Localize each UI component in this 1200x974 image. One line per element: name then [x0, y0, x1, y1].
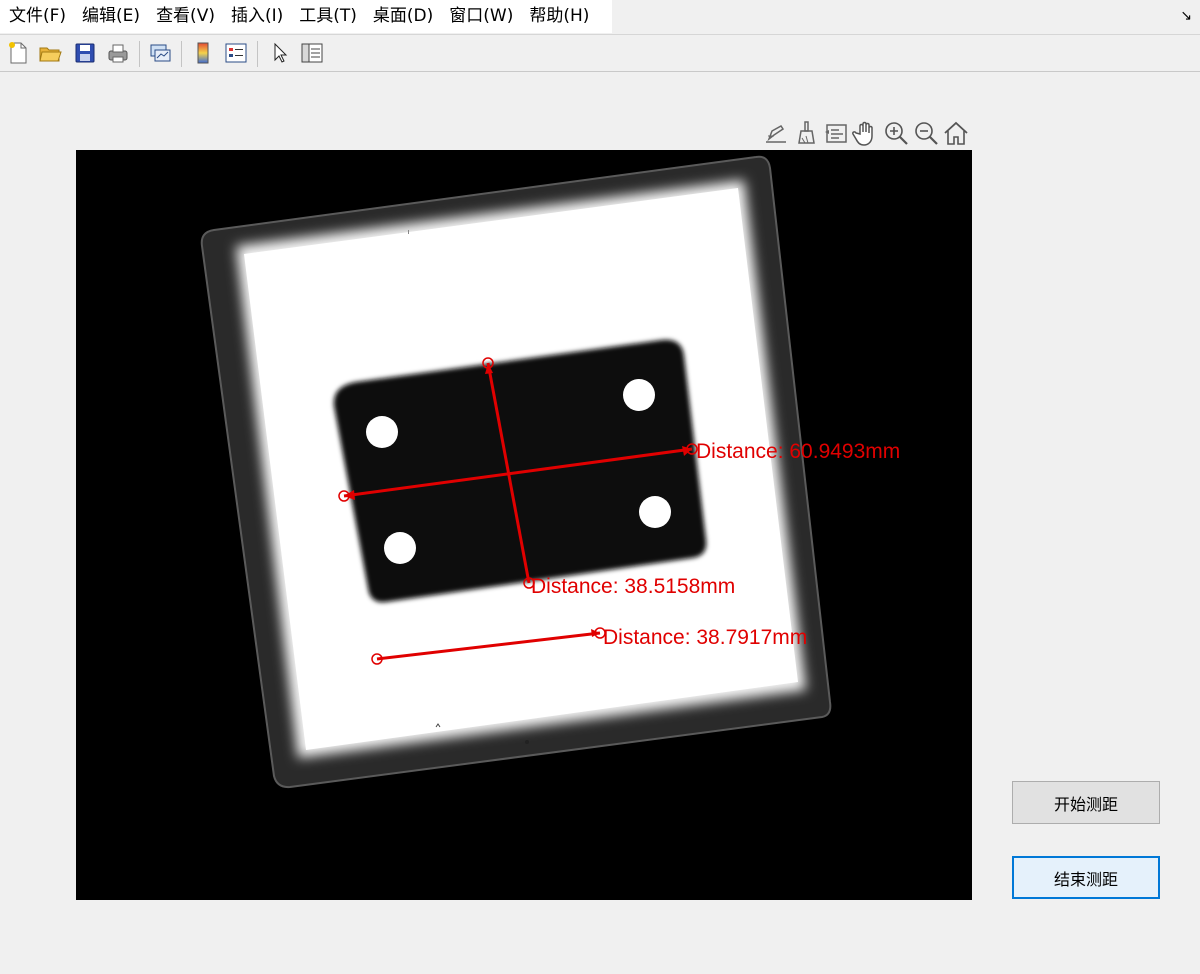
measurement-label-3: Distance: 38.7917mm: [603, 626, 807, 649]
brush-icon[interactable]: [792, 118, 820, 148]
menu-edit[interactable]: 编辑(E): [74, 0, 148, 33]
image-axes[interactable]: Distance: 60.9493mm Distance: 38.5158mm …: [76, 150, 972, 900]
speck: [525, 740, 529, 744]
menu-help[interactable]: 帮助(H): [521, 0, 597, 33]
axes-toolbar: [762, 118, 972, 148]
zoom-out-icon[interactable]: [912, 118, 940, 148]
measurement-label-1: Distance: 60.9493mm: [696, 440, 900, 463]
pan-hand-icon[interactable]: [852, 118, 880, 148]
measurement-label-2: Distance: 38.5158mm: [531, 575, 735, 598]
menu-window[interactable]: 窗口(W): [441, 0, 521, 33]
print-icon[interactable]: [105, 40, 131, 66]
end-measure-button[interactable]: 结束测距: [1012, 856, 1160, 899]
start-measure-button[interactable]: 开始测距: [1012, 781, 1160, 824]
data-tips-icon[interactable]: [822, 118, 850, 148]
property-inspector-icon[interactable]: [299, 40, 325, 66]
part-hole: [366, 416, 398, 448]
menu-view[interactable]: 查看(V): [148, 0, 223, 33]
legend-icon[interactable]: [223, 40, 249, 66]
toolbar-separator: [257, 41, 258, 67]
figure-toolbar: [0, 34, 1200, 72]
undock-arrow-icon[interactable]: ↘: [1180, 8, 1192, 24]
toolbar-separator: [181, 41, 182, 67]
link-plot-icon[interactable]: [147, 40, 173, 66]
speck: [408, 230, 409, 234]
menu-bar: 文件(F) 编辑(E) 查看(V) 插入(I) 工具(T) 桌面(D) 窗口(W…: [0, 0, 1200, 34]
menu-list: 文件(F) 编辑(E) 查看(V) 插入(I) 工具(T) 桌面(D) 窗口(W…: [0, 0, 612, 33]
home-icon[interactable]: [942, 118, 970, 148]
part-hole: [623, 379, 655, 411]
colorbar-icon[interactable]: [190, 40, 216, 66]
toolbar-separator: [139, 41, 140, 67]
part-hole: [384, 532, 416, 564]
menu-file[interactable]: 文件(F): [0, 0, 74, 33]
new-file-icon[interactable]: [5, 40, 31, 66]
zoom-in-icon[interactable]: [882, 118, 910, 148]
open-folder-icon[interactable]: [37, 40, 63, 66]
measurement-image: Distance: 60.9493mm Distance: 38.5158mm …: [76, 150, 972, 900]
edit-plot-icon[interactable]: [762, 118, 790, 148]
pointer-icon[interactable]: [267, 40, 293, 66]
menu-tools[interactable]: 工具(T): [291, 0, 365, 33]
menu-insert[interactable]: 插入(I): [223, 0, 291, 33]
part-hole: [639, 496, 671, 528]
menu-desktop[interactable]: 桌面(D): [365, 0, 441, 33]
save-icon[interactable]: [72, 40, 98, 66]
